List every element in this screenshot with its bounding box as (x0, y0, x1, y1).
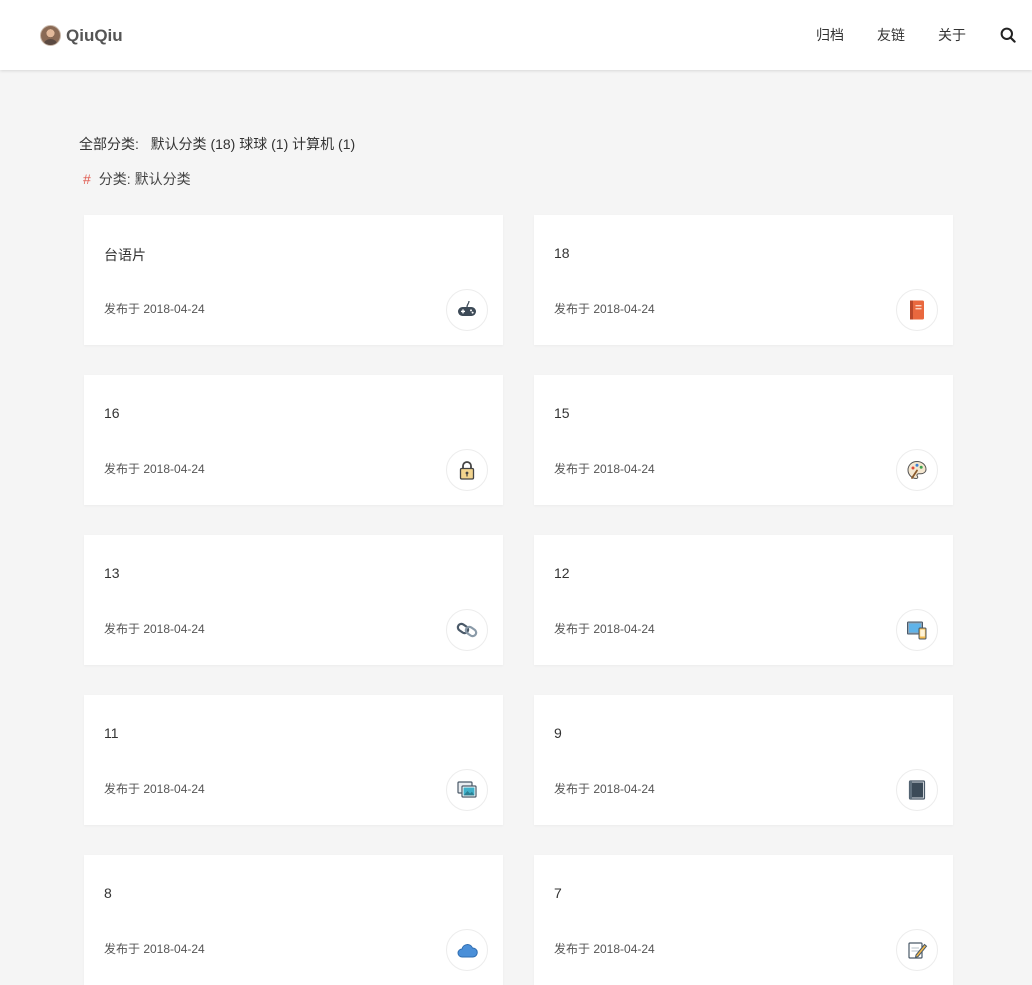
gallery-icon (446, 769, 488, 811)
post-date: 发布于 2018-04-24 (104, 462, 205, 476)
post-card[interactable]: 15 发布于 2018-04-24 (534, 375, 953, 505)
search-icon[interactable] (999, 26, 1017, 44)
post-date: 发布于 2018-04-24 (104, 302, 205, 316)
post-card[interactable]: 8 发布于 2018-04-24 (84, 855, 503, 985)
brand-link[interactable]: QiuQiu (40, 25, 123, 46)
post-title[interactable]: 15 (554, 405, 570, 421)
post-date: 发布于 2018-04-24 (554, 622, 655, 636)
post-card[interactable]: 16 发布于 2018-04-24 (84, 375, 503, 505)
post-card[interactable]: 9 发布于 2018-04-24 (534, 695, 953, 825)
palette-icon (896, 449, 938, 491)
pencil-note-icon (896, 929, 938, 971)
post-date: 发布于 2018-04-24 (554, 302, 655, 316)
post-card[interactable]: 12 发布于 2018-04-24 (534, 535, 953, 665)
devices-icon (896, 609, 938, 651)
cloud-icon (446, 929, 488, 971)
current-category-label: 分类: 默认分类 (98, 171, 191, 187)
post-title[interactable]: 8 (104, 885, 112, 901)
avatar (40, 25, 61, 46)
post-date: 发布于 2018-04-24 (554, 942, 655, 956)
nav-about[interactable]: 关于 (938, 26, 966, 44)
post-date: 发布于 2018-04-24 (554, 782, 655, 796)
nav-archive[interactable]: 归档 (816, 26, 844, 44)
post-title[interactable]: 9 (554, 725, 562, 741)
site-header: QiuQiu 归档 友链 关于 (0, 0, 1032, 70)
post-title[interactable]: 18 (554, 245, 570, 261)
post-title[interactable]: 台语片 (104, 245, 146, 265)
main-nav: 归档 友链 关于 (816, 26, 1032, 44)
nav-friend-links[interactable]: 友链 (877, 26, 905, 44)
post-card[interactable]: 台语片 发布于 2018-04-24 (84, 215, 503, 345)
post-card[interactable]: 13 发布于 2018-04-24 (84, 535, 503, 665)
post-date: 发布于 2018-04-24 (104, 622, 205, 636)
notebook-icon (896, 289, 938, 331)
post-card[interactable]: 11 发布于 2018-04-24 (84, 695, 503, 825)
post-date: 发布于 2018-04-24 (104, 942, 205, 956)
post-card[interactable]: 7 发布于 2018-04-24 (534, 855, 953, 985)
category-list-label: 全部分类: (79, 136, 139, 152)
category-default[interactable]: 默认分类 (18) (151, 136, 236, 152)
post-title[interactable]: 11 (104, 725, 119, 741)
post-title[interactable]: 12 (554, 565, 570, 581)
post-grid: 台语片 发布于 2018-04-24 18 发布于 2018-04-24 16 … (84, 215, 954, 985)
padlock-icon (446, 449, 488, 491)
post-card[interactable]: 18 发布于 2018-04-24 (534, 215, 953, 345)
brand-name: QiuQiu (66, 25, 123, 45)
post-title[interactable]: 13 (104, 565, 120, 581)
post-title[interactable]: 7 (554, 885, 562, 901)
chain-link-icon (446, 609, 488, 651)
category-list: 全部分类: 默认分类 (18) 球球 (1) 计算机 (1) (79, 134, 355, 154)
current-category: # 分类: 默认分类 (83, 169, 191, 189)
gamepad-icon (446, 289, 488, 331)
hash-mark: # (83, 171, 91, 187)
post-date: 发布于 2018-04-24 (554, 462, 655, 476)
post-date: 发布于 2018-04-24 (104, 782, 205, 796)
book-icon (896, 769, 938, 811)
post-title[interactable]: 16 (104, 405, 120, 421)
category-computer[interactable]: 计算机 (1) (292, 136, 355, 152)
category-qiuqiu[interactable]: 球球 (1) (239, 136, 288, 152)
